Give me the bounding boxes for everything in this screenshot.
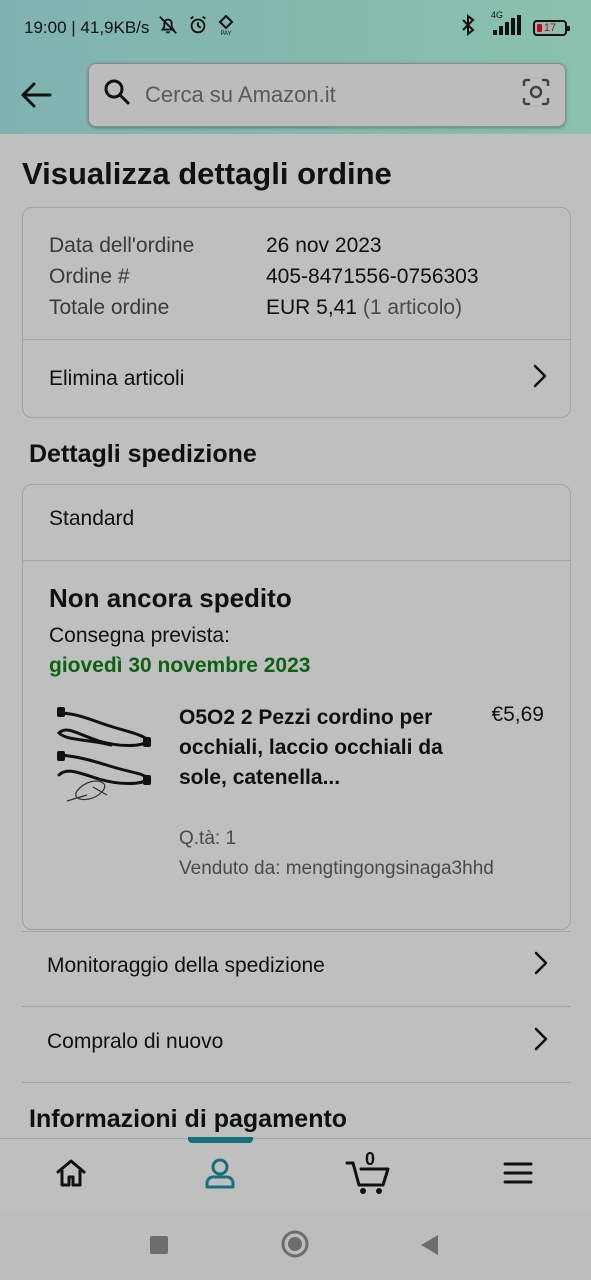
order-summary-card: Data dell'ordine 26 nov 2023 Ordine # 40… — [22, 207, 571, 418]
system-navigation-bar — [0, 1210, 591, 1280]
payment-section-title: Informazioni di pagamento — [29, 1105, 348, 1133]
page-title: Visualizza dettagli ordine — [22, 156, 392, 191]
order-total-row: Totale ordine EUR 5,41 (1 articolo) — [49, 292, 544, 323]
pay-icon: PAY — [217, 14, 235, 41]
order-item-count: (1 articolo) — [357, 296, 463, 319]
search-placeholder: Cerca su Amazon.it — [145, 81, 336, 107]
product-price: €5,69 — [491, 703, 544, 726]
order-number-value: 405-8471556-0756303 — [266, 265, 479, 288]
nav-menu[interactable] — [458, 1139, 578, 1211]
search-icon — [103, 78, 131, 111]
chevron-right-icon — [533, 950, 549, 982]
nav-cart[interactable]: 0 — [308, 1139, 428, 1211]
order-total-amount: EUR 5,41 — [266, 296, 358, 319]
alarm-icon — [187, 14, 209, 41]
shipping-method: Standard — [49, 507, 135, 530]
delivery-date: giovedì 30 novembre 2023 — [49, 654, 311, 677]
delete-items-label: Elimina articoli — [49, 367, 185, 390]
back-arrow-icon[interactable] — [18, 77, 54, 113]
chevron-right-icon — [533, 1026, 549, 1058]
shipment-card: Standard Non ancora spedito Consegna pre… — [22, 484, 571, 930]
shipment-status: Non ancora spedito — [49, 583, 292, 613]
home-icon — [55, 1158, 87, 1193]
order-total-label: Totale ordine — [49, 296, 170, 319]
nav-home[interactable] — [11, 1139, 131, 1211]
hamburger-menu-icon — [503, 1161, 533, 1190]
buy-again-label: Compralo di nuovo — [47, 1030, 224, 1053]
order-date-row: Data dell'ordine 26 nov 2023 — [49, 230, 544, 261]
delivery-label: Consegna prevista: — [49, 624, 230, 647]
search-header: Cerca su Amazon.it — [0, 55, 591, 134]
camera-scan-icon[interactable] — [521, 77, 551, 112]
svg-text:PAY: PAY — [221, 31, 232, 36]
divider — [22, 1082, 571, 1083]
product-seller: Venduto da: mengtingongsinaga3hhd — [179, 858, 494, 879]
chevron-right-icon — [532, 363, 548, 395]
main-content: Visualizza dettagli ordine Data dell'ord… — [0, 134, 591, 1138]
divider — [23, 560, 570, 561]
network-type-label: 4G — [491, 10, 504, 20]
order-date-label: Data dell'ordine — [49, 234, 195, 257]
cart-count-badge: 0 — [365, 1149, 376, 1169]
order-date-value: 26 nov 2023 — [266, 234, 382, 257]
order-number-row: Ordine # 405-8471556-0756303 — [49, 261, 544, 292]
back-triangle-icon[interactable] — [419, 1234, 439, 1261]
battery-level: 17 — [543, 21, 557, 34]
search-input[interactable]: Cerca su Amazon.it — [88, 62, 566, 127]
buy-again-link[interactable]: Compralo di nuovo — [22, 1004, 571, 1080]
product-image[interactable] — [53, 703, 157, 809]
product-title-link[interactable]: O5O2 2 Pezzi cordino per occhiali, lacci… — [179, 703, 449, 793]
track-shipment-label: Monitoraggio della spedizione — [47, 954, 325, 977]
status-time-speed: 19:00 | 41,9KB/s — [24, 17, 150, 37]
home-circle-icon[interactable] — [281, 1230, 309, 1263]
order-number-label: Ordine # — [49, 265, 130, 288]
cart-icon: 0 — [345, 1149, 391, 1195]
recent-apps-icon[interactable] — [149, 1235, 169, 1260]
user-icon — [204, 1157, 236, 1194]
bottom-navigation: 0 — [0, 1137, 591, 1211]
delete-items-link[interactable]: Elimina articoli — [23, 340, 570, 418]
order-total-value: EUR 5,41 (1 articolo) — [266, 292, 462, 323]
signal-icon: 4G — [485, 10, 523, 41]
nav-account[interactable] — [160, 1139, 280, 1211]
product-quantity: Q.tà: 1 — [179, 828, 237, 849]
bell-muted-icon — [157, 14, 179, 41]
battery-icon: 17 — [533, 19, 570, 36]
shipping-section-title: Dettagli spedizione — [29, 440, 257, 468]
bluetooth-icon — [461, 13, 475, 41]
track-shipment-link[interactable]: Monitoraggio della spedizione — [22, 928, 571, 1004]
status-bar: 19:00 | 41,9KB/s PAY 4G 17 — [0, 0, 591, 55]
